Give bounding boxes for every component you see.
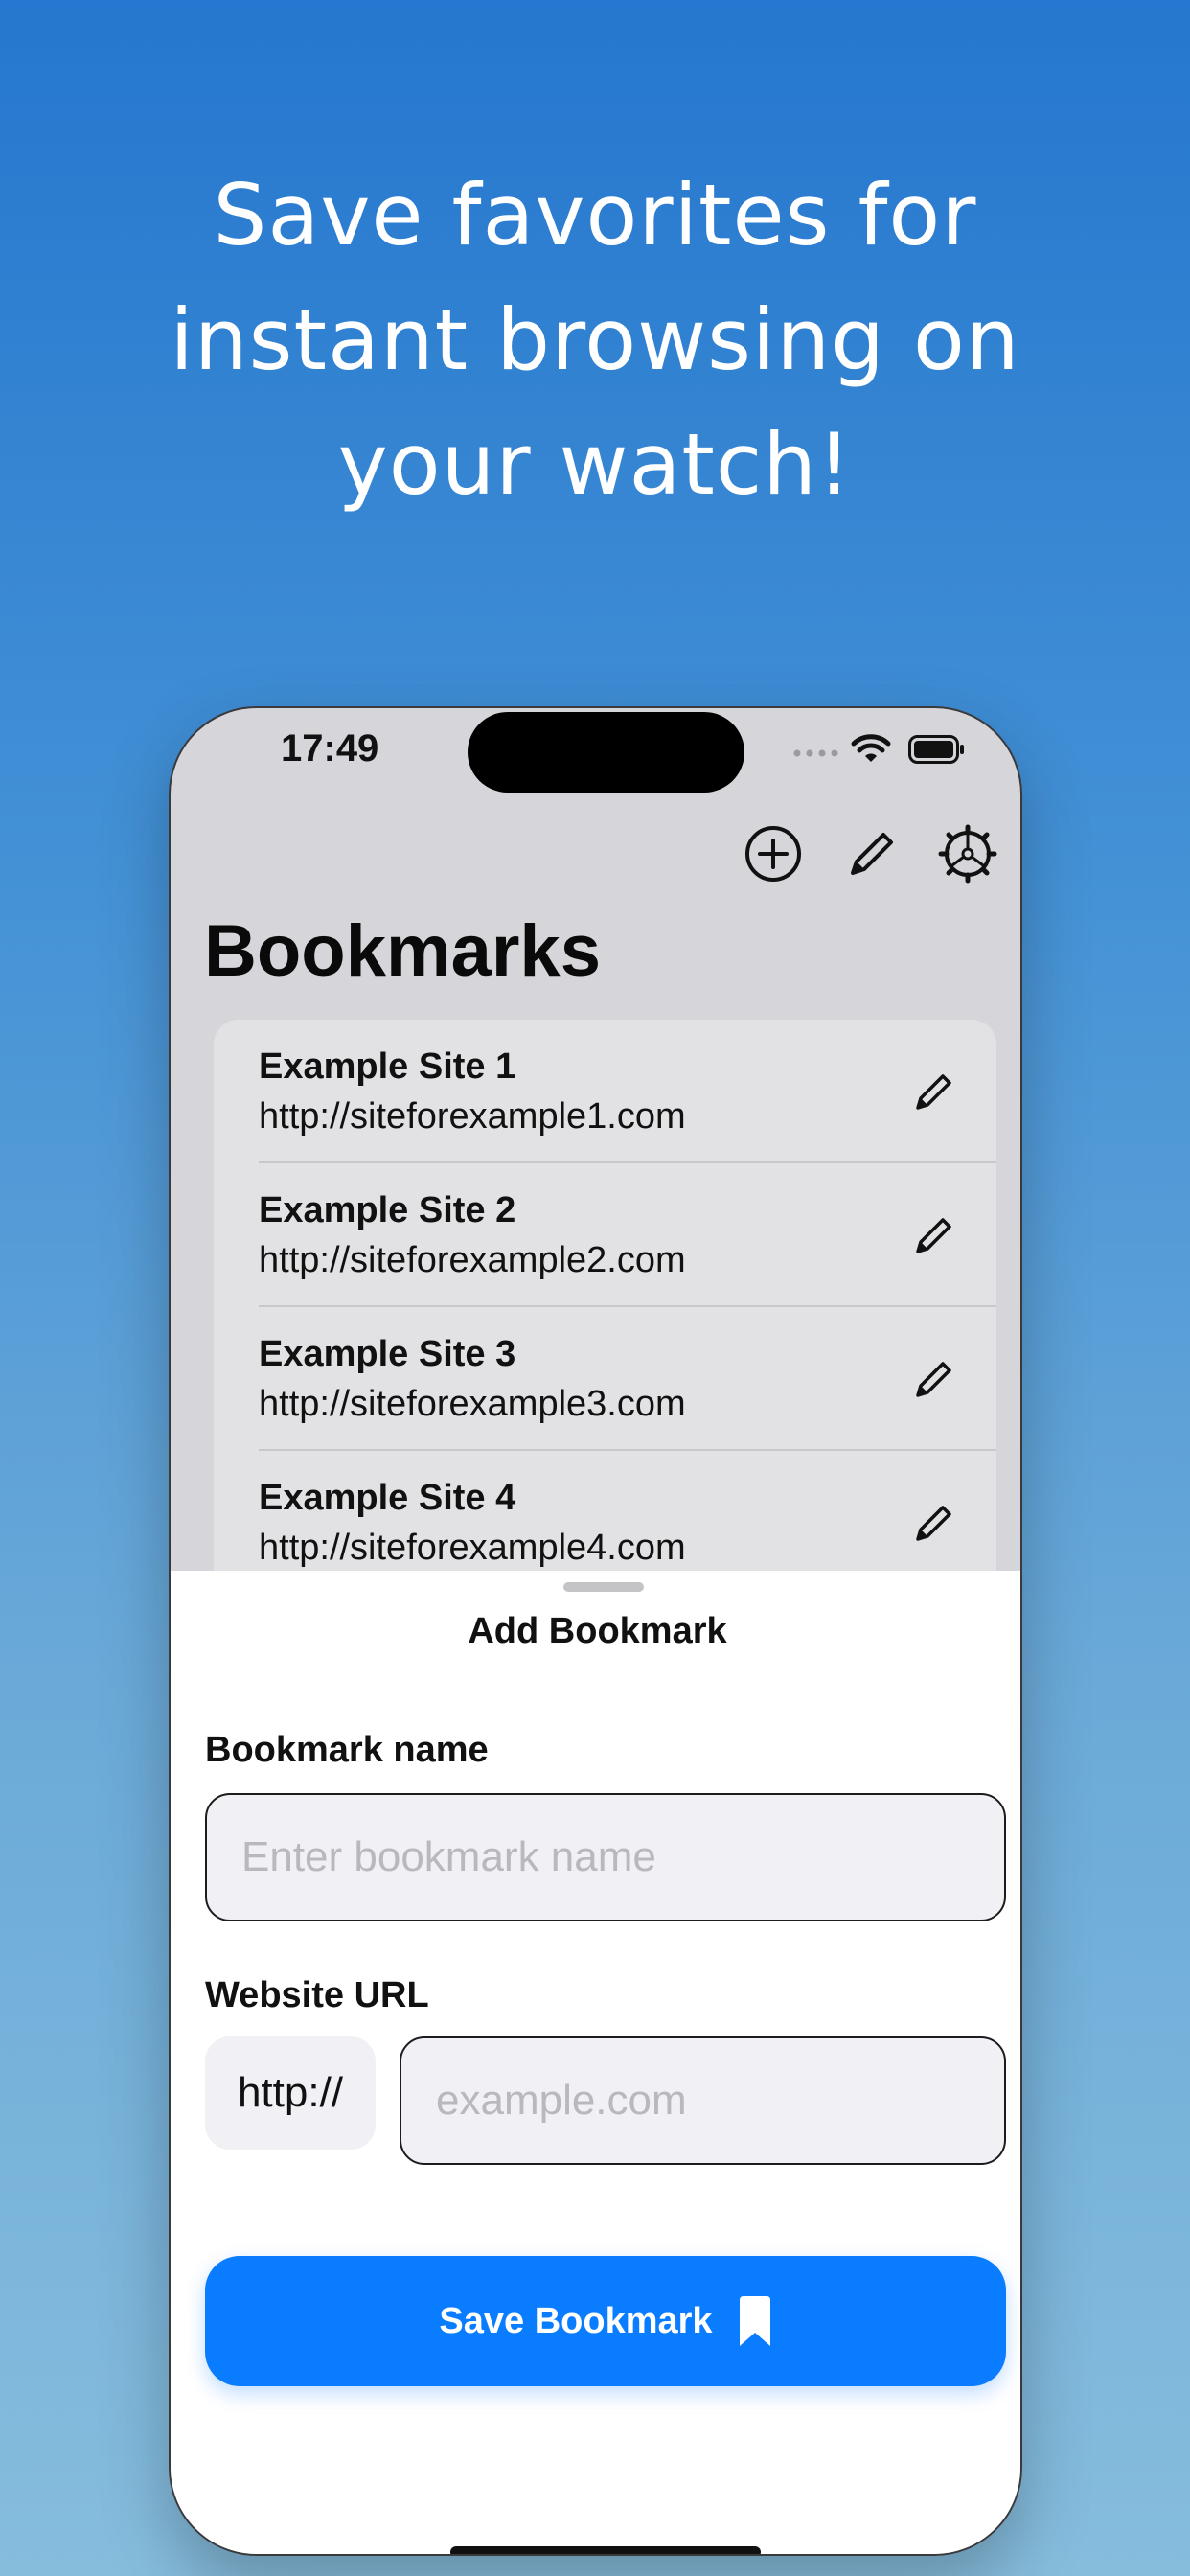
edit-bookmark-icon[interactable] (910, 1355, 958, 1403)
save-button-label: Save Bookmark (439, 2300, 713, 2341)
page-title: Bookmarks (204, 910, 601, 992)
battery-icon (908, 735, 964, 764)
bookmark-name: Example Site 2 (259, 1190, 516, 1230)
bookmark-name-input[interactable] (205, 1793, 1006, 1921)
save-bookmark-button[interactable]: Save Bookmark (205, 2256, 1006, 2386)
bookmark-row[interactable]: Example Site 2 http://siteforexample2.co… (259, 1163, 996, 1307)
bookmark-url: http://siteforexample4.com (259, 1528, 686, 1568)
bookmark-name: Example Site 4 (259, 1478, 516, 1518)
sheet-title: Add Bookmark (468, 1611, 727, 1651)
signal-dots-icon (793, 749, 838, 757)
add-bookmark-button[interactable] (743, 823, 804, 885)
bookmark-url: http://siteforexample2.com (259, 1240, 686, 1280)
url-prefix: http:// (205, 2036, 376, 2150)
home-indicator (450, 2546, 761, 2554)
bookmark-name: Example Site 3 (259, 1334, 516, 1374)
edit-bookmark-icon[interactable] (910, 1211, 958, 1259)
sheet-grabber[interactable] (563, 1582, 644, 1592)
headline: Save favorites for instant browsing on y… (0, 153, 1190, 527)
bookmark-row[interactable]: Example Site 1 http://siteforexample1.co… (259, 1020, 996, 1163)
status-time: 17:49 (281, 727, 379, 770)
dynamic-island (468, 712, 744, 793)
bookmark-url: http://siteforexample3.com (259, 1384, 686, 1424)
website-url-label: Website URL (205, 1975, 429, 2015)
website-url-input[interactable] (400, 2036, 1006, 2165)
edit-bookmark-icon[interactable] (910, 1499, 958, 1547)
edit-bookmark-icon[interactable] (910, 1068, 958, 1116)
bookmark-row[interactable]: Example Site 3 http://siteforexample3.co… (259, 1307, 996, 1451)
edit-list-button[interactable] (841, 823, 903, 885)
bookmark-name: Example Site 1 (259, 1046, 516, 1087)
bookmark-name-label: Bookmark name (205, 1730, 489, 1770)
headline-line-2: instant browsing on (170, 290, 1020, 389)
headline-line-1: Save favorites for (213, 166, 977, 264)
settings-button[interactable] (937, 823, 998, 885)
bookmark-url: http://siteforexample1.com (259, 1096, 686, 1137)
bookmark-icon (739, 2296, 770, 2346)
wifi-icon (851, 734, 891, 762)
headline-line-3: your watch! (337, 415, 853, 514)
phone-frame: 17:49 Bookmarks Example Site 1 http://si… (169, 706, 1022, 2556)
